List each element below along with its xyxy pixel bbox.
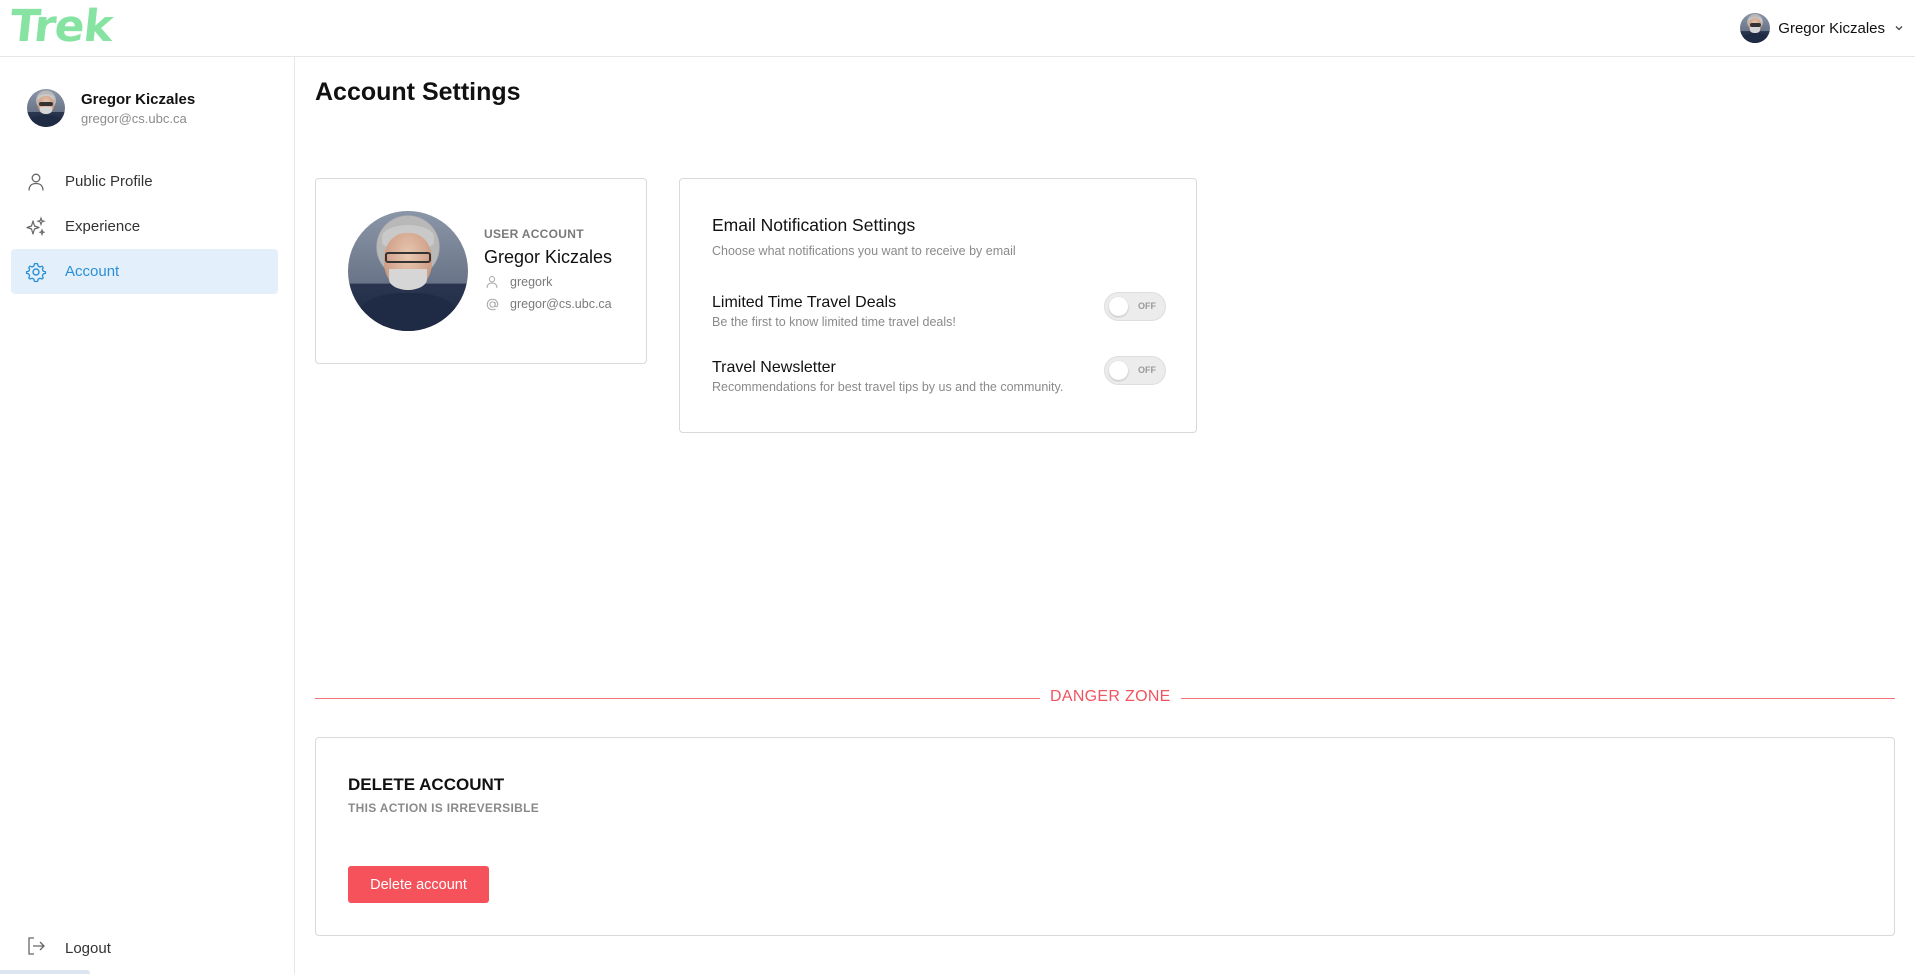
email-value: gregor@cs.ubc.ca — [510, 297, 612, 311]
travel-deals-toggle[interactable]: OFF — [1104, 292, 1166, 321]
delete-account-button[interactable]: Delete account — [348, 866, 489, 903]
username-value: gregork — [510, 275, 553, 289]
toggle-knob — [1109, 361, 1128, 380]
avatar — [348, 211, 468, 331]
user-menu[interactable]: Gregor Kiczales — [1740, 13, 1905, 43]
toggle-state-label: OFF — [1138, 365, 1156, 375]
sidebar-item-label: Account — [65, 263, 120, 280]
sidebar-item-public-profile[interactable]: Public Profile — [11, 159, 278, 204]
logout-icon — [25, 935, 47, 961]
notification-settings-title: Email Notification Settings — [712, 215, 916, 235]
sparkles-icon — [25, 215, 47, 238]
sidebar-nav: Public Profile Experience Account — [11, 159, 278, 294]
email-row: gregor@cs.ubc.ca — [484, 296, 612, 312]
logout-button[interactable]: Logout — [25, 935, 111, 961]
scrollbar[interactable] — [0, 970, 90, 974]
user-icon — [25, 171, 47, 193]
delete-account-title: DELETE ACCOUNT — [348, 775, 505, 794]
notification-item-newsletter: Travel Newsletter Recommendations for be… — [712, 356, 1166, 394]
danger-zone-label: DANGER ZONE — [1040, 688, 1181, 706]
notification-item-description: Recommendations for best travel tips by … — [712, 380, 1064, 394]
chevron-down-icon — [1895, 26, 1903, 31]
user-account-name: Gregor Kiczales — [484, 247, 613, 267]
sidebar-user-name: Gregor Kiczales — [81, 90, 196, 108]
avatar — [27, 89, 65, 127]
user-icon — [484, 274, 500, 290]
sidebar-item-experience[interactable]: Experience — [11, 204, 278, 249]
notification-item-description: Be the first to know limited time travel… — [712, 315, 956, 329]
trek-logo[interactable]: Trek — [7, 1, 114, 52]
delete-account-subtitle: THIS ACTION IS IRREVERSIBLE — [348, 801, 540, 815]
avatar — [1740, 13, 1771, 43]
newsletter-toggle[interactable]: OFF — [1104, 356, 1166, 385]
delete-account-card: DELETE ACCOUNT THIS ACTION IS IRREVERSIB… — [315, 737, 1895, 936]
sidebar-item-account[interactable]: Account — [11, 249, 278, 294]
notification-item-title: Limited Time Travel Deals — [712, 294, 897, 311]
sidebar-user-email: gregor@cs.ubc.ca — [81, 110, 187, 126]
user-account-info: USER ACCOUNT Gregor Kiczales gregork gre… — [484, 227, 612, 312]
user-menu-name: Gregor Kiczales — [1778, 19, 1885, 37]
sidebar: Gregor Kiczales gregor@cs.ubc.ca Public … — [0, 57, 295, 974]
sidebar-item-label: Experience — [65, 218, 141, 235]
sidebar-user: Gregor Kiczales gregor@cs.ubc.ca — [27, 89, 195, 127]
sidebar-item-label: Public Profile — [65, 173, 153, 190]
notification-settings-subtitle: Choose what notifications you want to re… — [712, 244, 1016, 258]
logout-label: Logout — [65, 939, 111, 957]
notification-item-title: Travel Newsletter — [712, 359, 836, 376]
username-row: gregork — [484, 274, 612, 290]
at-sign-icon — [484, 296, 500, 312]
toggle-knob — [1109, 297, 1128, 316]
page-title: Account Settings — [315, 78, 521, 106]
gear-icon — [25, 261, 47, 283]
email-notification-card: Email Notification Settings Choose what … — [679, 178, 1197, 433]
notification-item-travel-deals: Limited Time Travel Deals Be the first t… — [712, 292, 1166, 329]
top-bar: Trek Gregor Kiczales — [0, 0, 1915, 57]
user-account-card: USER ACCOUNT Gregor Kiczales gregork gre… — [315, 178, 647, 364]
user-account-label: USER ACCOUNT — [484, 227, 584, 241]
toggle-state-label: OFF — [1138, 301, 1156, 311]
